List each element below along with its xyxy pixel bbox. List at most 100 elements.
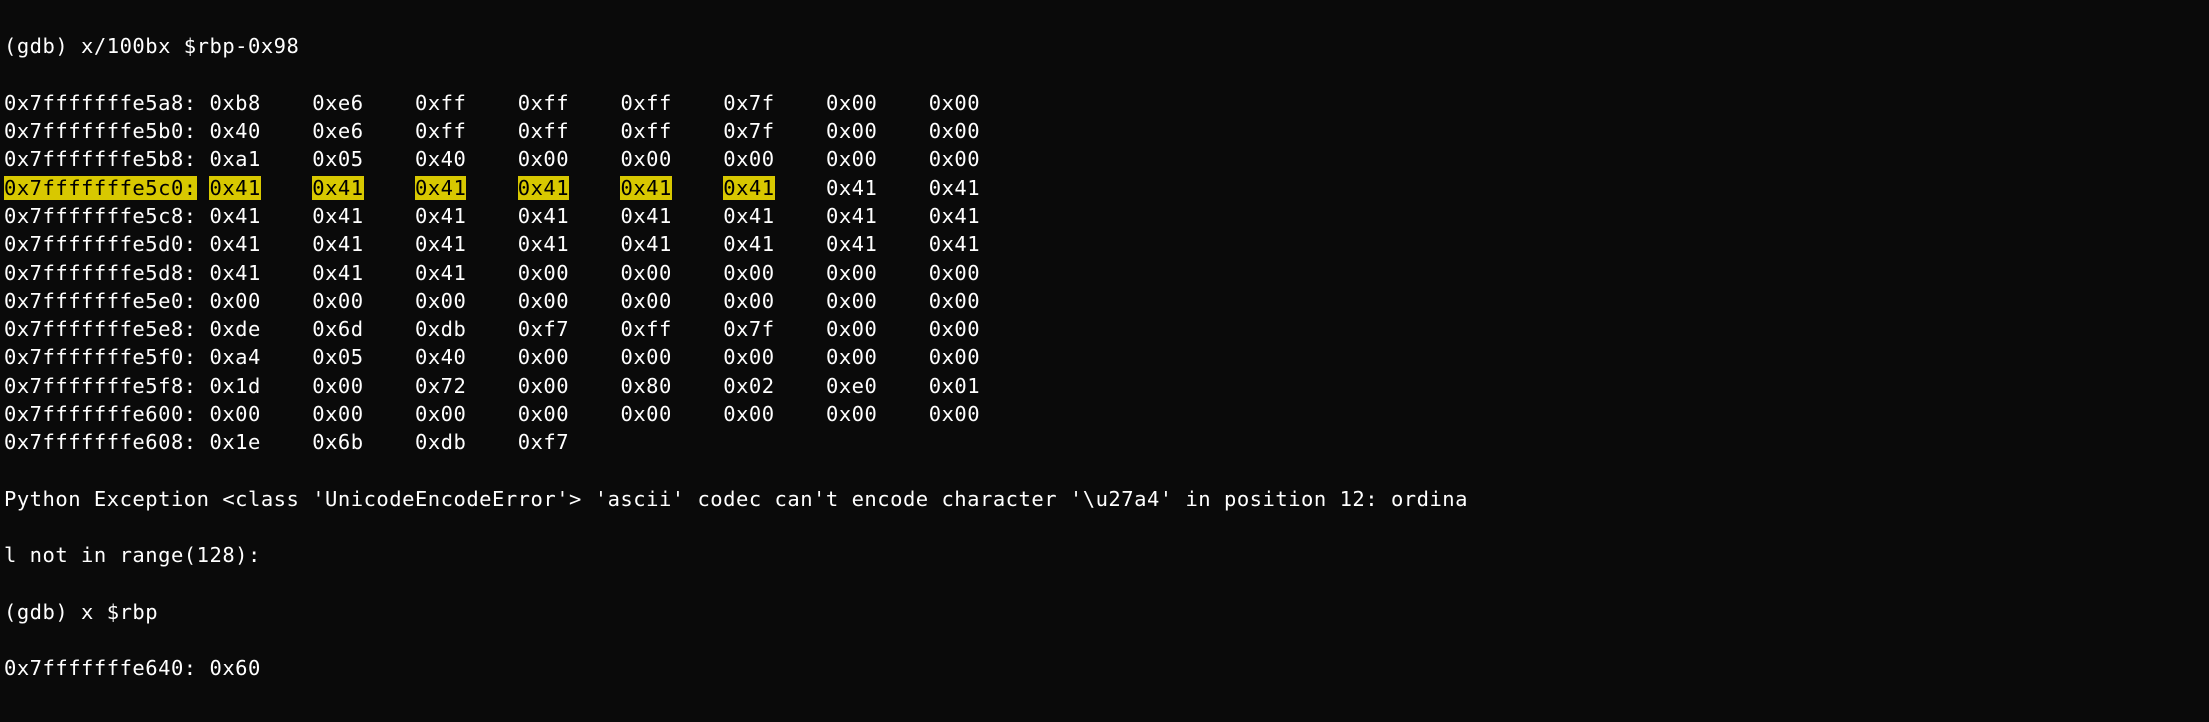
memory-byte: 0x00 [723,147,774,171]
memory-byte: 0x41 [518,232,569,256]
memory-byte: 0x00 [620,147,671,171]
memory-byte: 0x00 [518,374,569,398]
exception-line-1: Python Exception <class 'UnicodeEncodeEr… [4,485,2205,513]
result-line: 0x7fffffffe640: 0x60 [4,654,2205,682]
memory-address: 0x7fffffffe5d8: [4,261,197,285]
memory-row: 0x7fffffffe5b8: 0xa1 0x05 0x40 0x00 0x00… [4,145,2205,173]
memory-byte: 0x41 [415,176,466,200]
memory-row: 0x7fffffffe5e8: 0xde 0x6d 0xdb 0xf7 0xff… [4,315,2205,343]
memory-byte: 0x02 [723,374,774,398]
memory-byte: 0x00 [312,374,363,398]
memory-byte: 0x00 [723,345,774,369]
memory-byte: 0x41 [826,176,877,200]
memory-byte: 0x00 [620,261,671,285]
memory-byte: 0x05 [312,147,363,171]
memory-byte: 0xdb [415,430,466,454]
memory-byte: 0xff [415,91,466,115]
memory-byte: 0x41 [620,232,671,256]
memory-address: 0x7fffffffe5e0: [4,289,197,313]
memory-address: 0x7fffffffe608: [4,430,197,454]
memory-byte: 0x41 [929,176,980,200]
exception-line-2: l not in range(128): [4,541,2205,569]
memory-byte: 0x41 [312,261,363,285]
memory-row: 0x7fffffffe5c8: 0x41 0x41 0x41 0x41 0x41… [4,202,2205,230]
terminal-output: (gdb) x/100bx $rbp-0x98 0x7fffffffe5a8: … [0,0,2209,715]
memory-byte: 0xff [518,119,569,143]
memory-byte: 0x01 [929,374,980,398]
memory-address: 0x7fffffffe5a8: [4,91,197,115]
memory-byte: 0x41 [620,204,671,228]
memory-byte: 0x00 [826,147,877,171]
memory-byte: 0x00 [415,402,466,426]
memory-byte: 0x00 [826,345,877,369]
memory-byte: 0x40 [209,119,260,143]
memory-byte: 0x41 [209,204,260,228]
memory-byte: 0x00 [929,119,980,143]
memory-byte: 0x00 [620,289,671,313]
memory-byte: 0x40 [415,345,466,369]
memory-byte: 0xa4 [209,345,260,369]
memory-byte: 0x00 [929,289,980,313]
gdb-command-2: (gdb) x $rbp [4,598,2205,626]
gdb-command-1: (gdb) x/100bx $rbp-0x98 [4,32,2205,60]
memory-address: 0x7fffffffe600: [4,402,197,426]
memory-byte: 0x00 [620,402,671,426]
memory-byte: 0x00 [209,289,260,313]
memory-byte: 0x41 [518,204,569,228]
memory-byte: 0xa1 [209,147,260,171]
memory-byte: 0x00 [518,289,569,313]
memory-byte: 0x00 [826,317,877,341]
memory-byte: 0x41 [209,232,260,256]
memory-row: 0x7fffffffe5f0: 0xa4 0x05 0x40 0x00 0x00… [4,343,2205,371]
memory-byte: 0x41 [312,176,363,200]
memory-row: 0x7fffffffe5e0: 0x00 0x00 0x00 0x00 0x00… [4,287,2205,315]
memory-byte: 0x41 [723,176,774,200]
memory-byte: 0x00 [620,345,671,369]
memory-byte: 0x41 [415,261,466,285]
memory-row: 0x7fffffffe600: 0x00 0x00 0x00 0x00 0x00… [4,400,2205,428]
memory-byte: 0xf7 [518,430,569,454]
memory-byte: 0x1d [209,374,260,398]
memory-address: 0x7fffffffe5f8: [4,374,197,398]
memory-byte: 0x00 [826,91,877,115]
memory-address: 0x7fffffffe5f0: [4,345,197,369]
memory-byte: 0xf7 [518,317,569,341]
memory-byte: 0x05 [312,345,363,369]
memory-byte: 0x00 [209,402,260,426]
memory-byte: 0x6b [312,430,363,454]
memory-byte: 0x41 [518,176,569,200]
memory-row: 0x7fffffffe5d0: 0x41 0x41 0x41 0x41 0x41… [4,230,2205,258]
memory-byte: 0xff [415,119,466,143]
memory-byte: 0x00 [826,402,877,426]
memory-row: 0x7fffffffe5b0: 0x40 0xe6 0xff 0xff 0xff… [4,117,2205,145]
memory-byte: 0x41 [312,232,363,256]
memory-row: 0x7fffffffe5a8: 0xb8 0xe6 0xff 0xff 0xff… [4,89,2205,117]
memory-byte: 0x00 [518,147,569,171]
memory-address: 0x7fffffffe5d0: [4,232,197,256]
memory-byte: 0x41 [209,176,260,200]
memory-byte: 0x41 [723,232,774,256]
memory-address: 0x7fffffffe5c8: [4,204,197,228]
memory-byte: 0x00 [929,345,980,369]
memory-byte: 0x00 [826,289,877,313]
memory-address: 0x7fffffffe5c0: [4,176,197,200]
memory-byte: 0x00 [723,402,774,426]
memory-byte: 0x00 [826,119,877,143]
memory-byte: 0xde [209,317,260,341]
memory-byte: 0xff [620,119,671,143]
memory-byte: 0x41 [723,204,774,228]
memory-byte: 0x80 [620,374,671,398]
memory-byte: 0xe6 [312,91,363,115]
memory-byte: 0x00 [518,402,569,426]
memory-byte: 0xe0 [826,374,877,398]
memory-byte: 0x00 [929,261,980,285]
memory-row: 0x7fffffffe5f8: 0x1d 0x00 0x72 0x00 0x80… [4,372,2205,400]
memory-byte: 0x7f [723,119,774,143]
memory-address: 0x7fffffffe5b8: [4,147,197,171]
memory-byte: 0x00 [312,402,363,426]
memory-byte: 0xff [620,317,671,341]
memory-byte: 0xb8 [209,91,260,115]
memory-byte: 0x00 [312,289,363,313]
memory-byte: 0x00 [723,261,774,285]
memory-byte: 0x7f [723,317,774,341]
